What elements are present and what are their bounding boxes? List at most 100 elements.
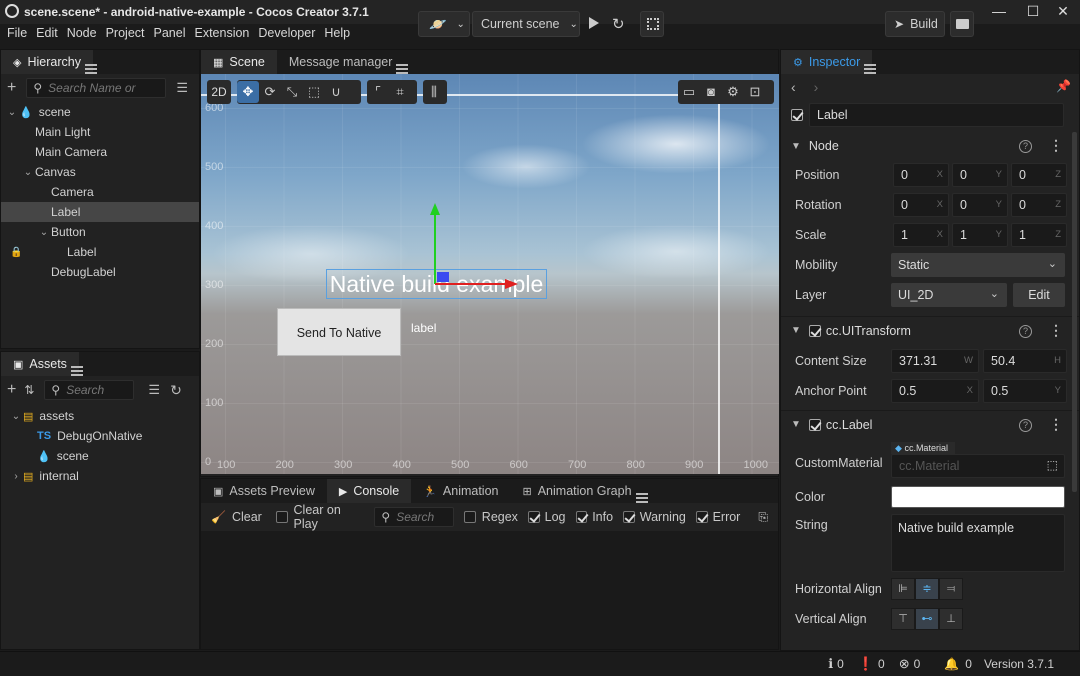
content-width-input[interactable]: 371.31 W bbox=[891, 349, 979, 373]
magnet-tool-icon[interactable]: ∪ bbox=[325, 81, 347, 103]
align-tools[interactable]: ⫼ bbox=[423, 80, 447, 104]
clear-on-play-checkbox[interactable] bbox=[275, 511, 288, 523]
rotate-tool-icon[interactable]: ⟳ bbox=[259, 81, 281, 103]
asset-item[interactable]: 💧 scene bbox=[1, 446, 199, 466]
refresh-icon[interactable]: ↻ bbox=[612, 15, 625, 33]
assets-menu-icon[interactable] bbox=[70, 366, 83, 376]
open-folder-button[interactable] bbox=[950, 11, 974, 37]
inspector-scrollbar[interactable] bbox=[1072, 132, 1077, 492]
uitransform-section-header[interactable]: ▼ cc.UITransform ? ⋮ bbox=[781, 316, 1079, 344]
rotation-y-input[interactable]: 0Y bbox=[952, 193, 1008, 217]
pivot-icon[interactable]: ⌜ bbox=[367, 81, 389, 103]
hierarchy-node[interactable]: 🔒 Label bbox=[1, 242, 199, 262]
hierarchy-node[interactable]: ⌄ 💧 scene bbox=[1, 102, 199, 122]
layer-select[interactable]: UI_2D ⌄ bbox=[891, 283, 1007, 307]
export-log-icon[interactable]: ⎘ bbox=[758, 510, 768, 525]
tab-scene[interactable]: ▦ Scene bbox=[201, 50, 277, 74]
bell-icon[interactable]: 🔔 bbox=[944, 657, 959, 671]
menu-node[interactable]: Node bbox=[67, 26, 97, 40]
align-center-icon[interactable]: ≑ bbox=[915, 578, 939, 600]
error-checkbox[interactable] bbox=[695, 511, 708, 523]
node-section-header[interactable]: ▼ Node ? ⋮ bbox=[781, 132, 1079, 160]
align-middle-icon[interactable]: ⊷ bbox=[915, 608, 939, 630]
asset-item[interactable]: TS DebugOnNative bbox=[1, 426, 199, 446]
align-right-icon[interactable]: ⫤ bbox=[939, 578, 963, 600]
back-arrow-icon[interactable]: ‹ bbox=[791, 79, 796, 95]
list-view-icon[interactable]: ☰ bbox=[148, 382, 160, 398]
move-gizmo[interactable] bbox=[429, 200, 529, 290]
error-circle-icon[interactable]: ⊗ bbox=[899, 656, 910, 672]
rotation-x-input[interactable]: 0X bbox=[893, 193, 949, 217]
scale-tool-icon[interactable]: ⤡ bbox=[281, 81, 303, 103]
rotation-z-input[interactable]: 0Z bbox=[1011, 193, 1067, 217]
rect-tool-icon[interactable]: ⬚ bbox=[303, 81, 325, 103]
hierarchy-search-input[interactable]: ⚲ Search Name or bbox=[26, 78, 167, 98]
forward-arrow-icon[interactable]: › bbox=[814, 79, 819, 95]
menu-developer[interactable]: Developer bbox=[258, 26, 315, 40]
label-section-header[interactable]: ▼ cc.Label ? ⋮ bbox=[781, 410, 1079, 438]
hierarchy-node[interactable]: ⌄ Canvas bbox=[1, 162, 199, 182]
node-name-input[interactable]: Label bbox=[809, 103, 1064, 127]
uitransform-enabled-checkbox[interactable] bbox=[808, 324, 821, 337]
chevron-down-icon[interactable]: ⌄ bbox=[37, 227, 51, 238]
settings-icon[interactable]: ⚙ bbox=[722, 81, 744, 103]
console-menu-icon[interactable] bbox=[635, 493, 648, 503]
anchor-y-input[interactable]: 0.5 Y bbox=[983, 379, 1067, 403]
anchor-x-input[interactable]: 0.5 X bbox=[891, 379, 979, 403]
hierarchy-node[interactable]: DebugLabel bbox=[1, 262, 199, 282]
build-button[interactable]: ➤ Build bbox=[885, 11, 945, 37]
qrcode-button[interactable] bbox=[640, 11, 664, 37]
menu-help[interactable]: Help bbox=[324, 26, 350, 40]
local-icon[interactable]: ⌗ bbox=[389, 81, 411, 103]
asset-item[interactable]: › ▤ internal bbox=[1, 466, 199, 486]
color-swatch[interactable] bbox=[891, 486, 1065, 508]
help-icon[interactable]: ? bbox=[1019, 419, 1032, 432]
add-asset-icon[interactable]: + bbox=[7, 381, 16, 399]
tab-animation-graph[interactable]: ⊞ Animation Graph bbox=[511, 479, 644, 503]
menu-edit[interactable]: Edit bbox=[36, 26, 58, 40]
position-z-input[interactable]: 0Z bbox=[1011, 163, 1067, 187]
chevron-right-icon[interactable]: › bbox=[9, 471, 23, 482]
minimize-button[interactable]: — bbox=[982, 0, 1016, 22]
node-active-checkbox[interactable] bbox=[791, 109, 803, 121]
mobility-select[interactable]: Static ⌄ bbox=[891, 253, 1065, 277]
mode-2d-button[interactable]: 2D bbox=[207, 80, 231, 104]
hierarchy-node[interactable]: Label bbox=[1, 202, 199, 222]
scene-button-node[interactable]: Send To Native bbox=[277, 308, 401, 356]
gizmo-icon[interactable]: ⊡ bbox=[744, 81, 766, 103]
warning-circle-icon[interactable]: ❗ bbox=[858, 656, 874, 672]
help-icon[interactable]: ? bbox=[1019, 325, 1032, 338]
regex-checkbox[interactable] bbox=[464, 511, 476, 523]
assets-search-input[interactable]: ⚲ Search bbox=[44, 380, 135, 400]
chevron-down-icon[interactable]: ⌄ bbox=[21, 167, 35, 178]
align-bottom-icon[interactable]: ⊥ bbox=[939, 608, 963, 630]
content-height-input[interactable]: 50.4 H bbox=[983, 349, 1067, 373]
pin-icon[interactable]: 📌 bbox=[1056, 79, 1071, 93]
clear-button[interactable]: Clear bbox=[232, 510, 262, 524]
camera-icon[interactable]: ◙ bbox=[700, 81, 722, 103]
hierarchy-node[interactable]: Camera bbox=[1, 182, 199, 202]
console-search-input[interactable]: ⚲ Search bbox=[374, 507, 455, 527]
menu-project[interactable]: Project bbox=[106, 26, 145, 40]
position-y-input[interactable]: 0Y bbox=[952, 163, 1008, 187]
scale-x-input[interactable]: 1X bbox=[893, 223, 949, 247]
sort-icon[interactable]: ⇅ bbox=[24, 383, 34, 397]
chevron-down-icon[interactable]: ⌄ bbox=[5, 107, 19, 118]
more-icon[interactable]: ⋮ bbox=[1049, 416, 1063, 433]
hierarchy-node[interactable]: Main Camera bbox=[1, 142, 199, 162]
menu-panel[interactable]: Panel bbox=[154, 26, 186, 40]
log-checkbox[interactable] bbox=[527, 511, 540, 523]
asset-item[interactable]: ⌄ ▤ assets bbox=[1, 406, 199, 426]
position-x-input[interactable]: 0X bbox=[893, 163, 949, 187]
layer-edit-button[interactable]: Edit bbox=[1013, 283, 1065, 307]
scene-menu-icon[interactable] bbox=[396, 64, 409, 74]
lock-icon[interactable]: 🔒 bbox=[10, 247, 22, 258]
platform-select[interactable]: 🪐 ⌄ bbox=[418, 11, 470, 37]
chevron-down-icon[interactable]: ⌄ bbox=[9, 411, 23, 422]
asset-picker-icon[interactable]: ⬚ bbox=[1047, 458, 1058, 472]
list-view-icon[interactable]: ☰ bbox=[176, 80, 188, 96]
frame-icon[interactable]: ▭ bbox=[678, 81, 700, 103]
tab-animation[interactable]: 🏃 Animation bbox=[411, 479, 510, 503]
align-left-icon[interactable]: ⊫ bbox=[891, 578, 915, 600]
scale-z-input[interactable]: 1Z bbox=[1011, 223, 1067, 247]
